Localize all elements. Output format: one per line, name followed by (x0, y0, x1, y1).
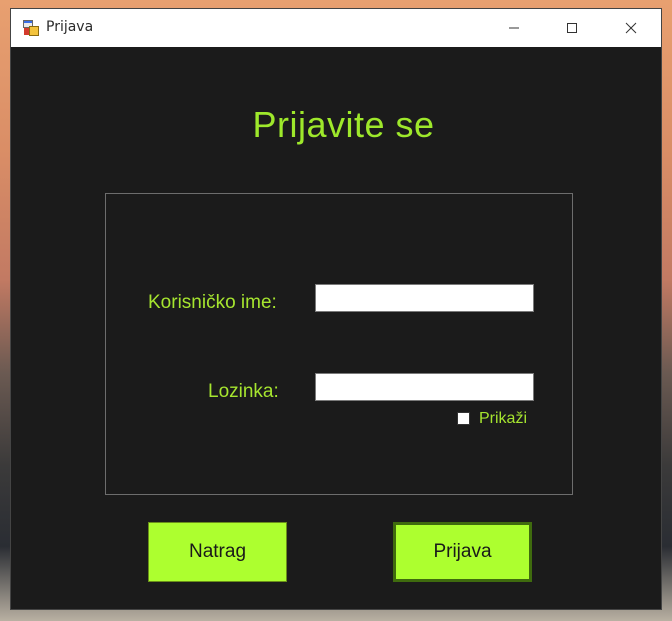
show-password-checkbox[interactable] (457, 412, 470, 425)
page-title: Prijavite se (252, 104, 435, 145)
password-input[interactable] (315, 373, 534, 401)
app-form-icon (23, 20, 39, 36)
show-password-label[interactable]: Prikaži (479, 410, 527, 428)
password-label: Lozinka: (208, 381, 279, 402)
window-title: Prijava (46, 19, 94, 35)
maximize-button[interactable] (543, 9, 601, 47)
close-button[interactable] (601, 9, 661, 47)
back-button[interactable]: Natrag (148, 522, 287, 582)
maximize-icon (566, 19, 578, 38)
close-icon (625, 19, 637, 38)
minimize-icon (508, 19, 520, 38)
username-label: Korisničko ime: (148, 292, 277, 313)
login-window: Prijava Prijavite se Korisničko ime: Loz… (11, 9, 661, 609)
minimize-button[interactable] (485, 9, 543, 47)
login-button[interactable]: Prijava (393, 522, 532, 582)
title-bar[interactable]: Prijava (11, 9, 661, 47)
username-input[interactable] (315, 284, 534, 312)
login-groupbox (105, 193, 573, 495)
